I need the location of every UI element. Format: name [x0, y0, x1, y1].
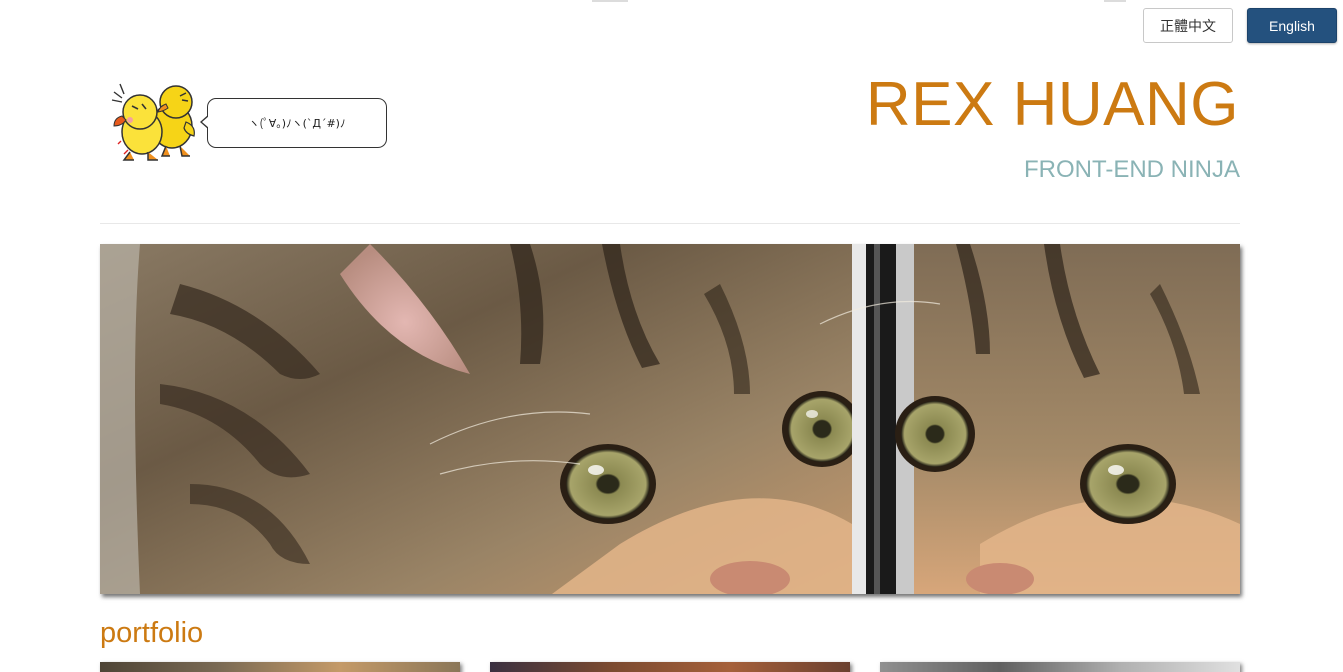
portfolio-thumbnail[interactable] — [880, 662, 1240, 672]
header-divider — [100, 223, 1240, 224]
page: 正體中文 English ヽ(ﾟ∀。)ﾉヽ(`Д´#)ﾉ REX HUANG F… — [0, 0, 1343, 672]
top-bar-fragment — [592, 0, 628, 2]
site-title: REX HUANG — [865, 70, 1239, 139]
speech-bubble: ヽ(ﾟ∀。)ﾉヽ(`Д´#)ﾉ — [200, 98, 387, 148]
language-english-button[interactable]: English — [1247, 8, 1337, 43]
site-tagline: FRONT-END NINJA — [1024, 156, 1240, 183]
portfolio-heading: portfolio — [100, 617, 204, 649]
language-chinese-button[interactable]: 正體中文 — [1143, 8, 1233, 43]
hero-banner-image — [100, 244, 1240, 594]
top-bar-fragment — [1104, 0, 1126, 2]
portfolio-thumbnail[interactable] — [490, 662, 850, 672]
portfolio-thumbnail[interactable] — [100, 662, 460, 672]
duck-mascot-icon — [111, 83, 195, 161]
